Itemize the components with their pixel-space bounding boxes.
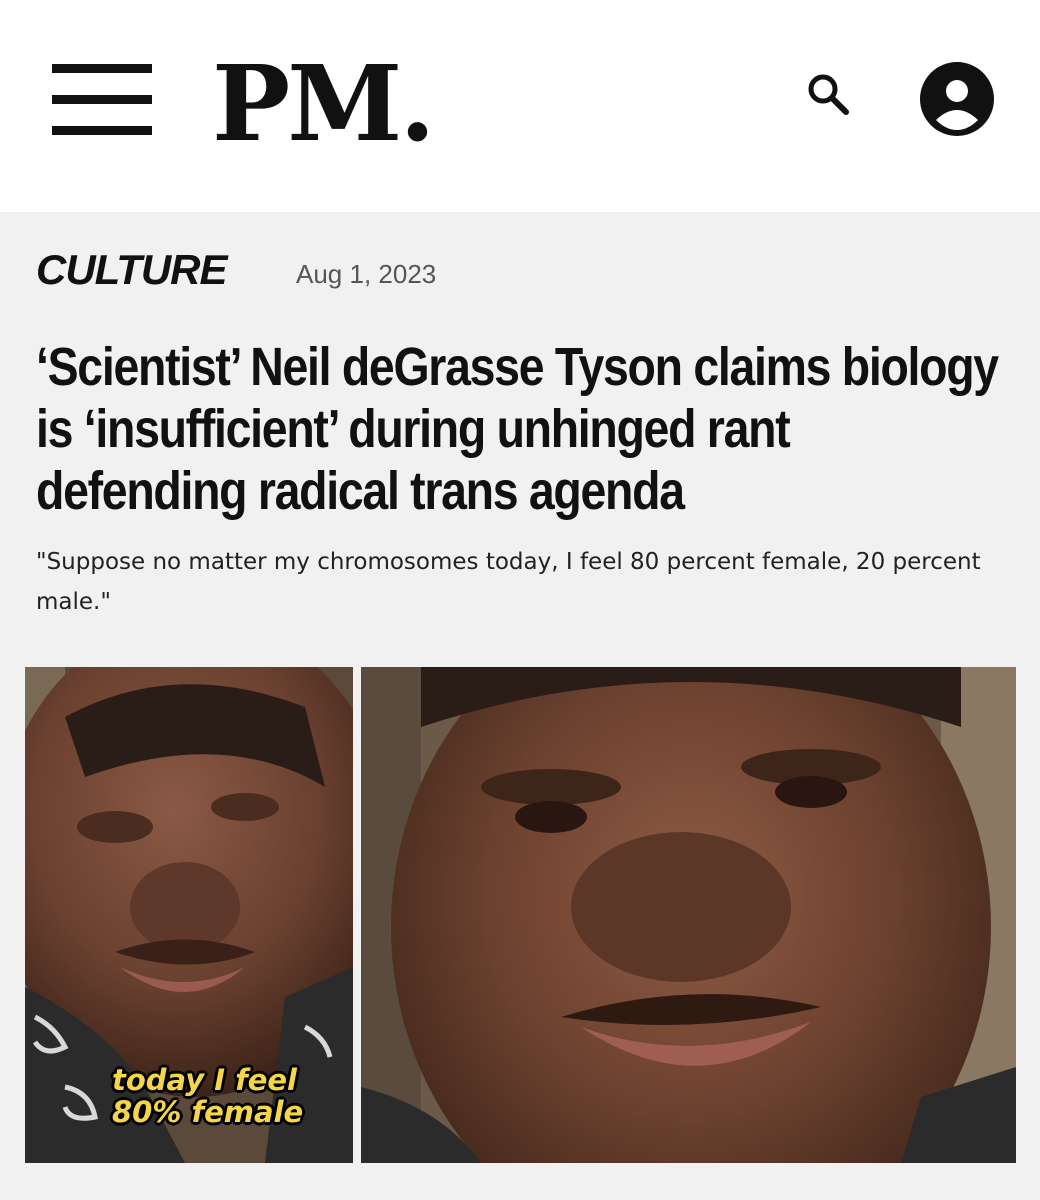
article-subhead: "Suppose no matter my chromosomes today,… (36, 549, 981, 615)
image-caption: today I feel 80% female (112, 1064, 303, 1128)
hamburger-menu-icon[interactable] (52, 64, 152, 136)
article-headline[interactable]: ‘Scientist’ Neil deGrasse Tyson claims b… (36, 336, 1008, 522)
category-label[interactable]: CULTURE (36, 242, 228, 298)
caption-line-2: 80% female (112, 1095, 304, 1129)
site-logo[interactable]: PM. (212, 44, 436, 164)
publish-date: Aug 1, 2023 (296, 259, 437, 289)
user-account-icon[interactable] (918, 60, 996, 138)
article-image-right (361, 667, 1016, 1163)
search-icon[interactable] (800, 66, 856, 122)
caption-line-1: today I feel (112, 1063, 298, 1097)
site-header: PM. (0, 0, 1040, 212)
